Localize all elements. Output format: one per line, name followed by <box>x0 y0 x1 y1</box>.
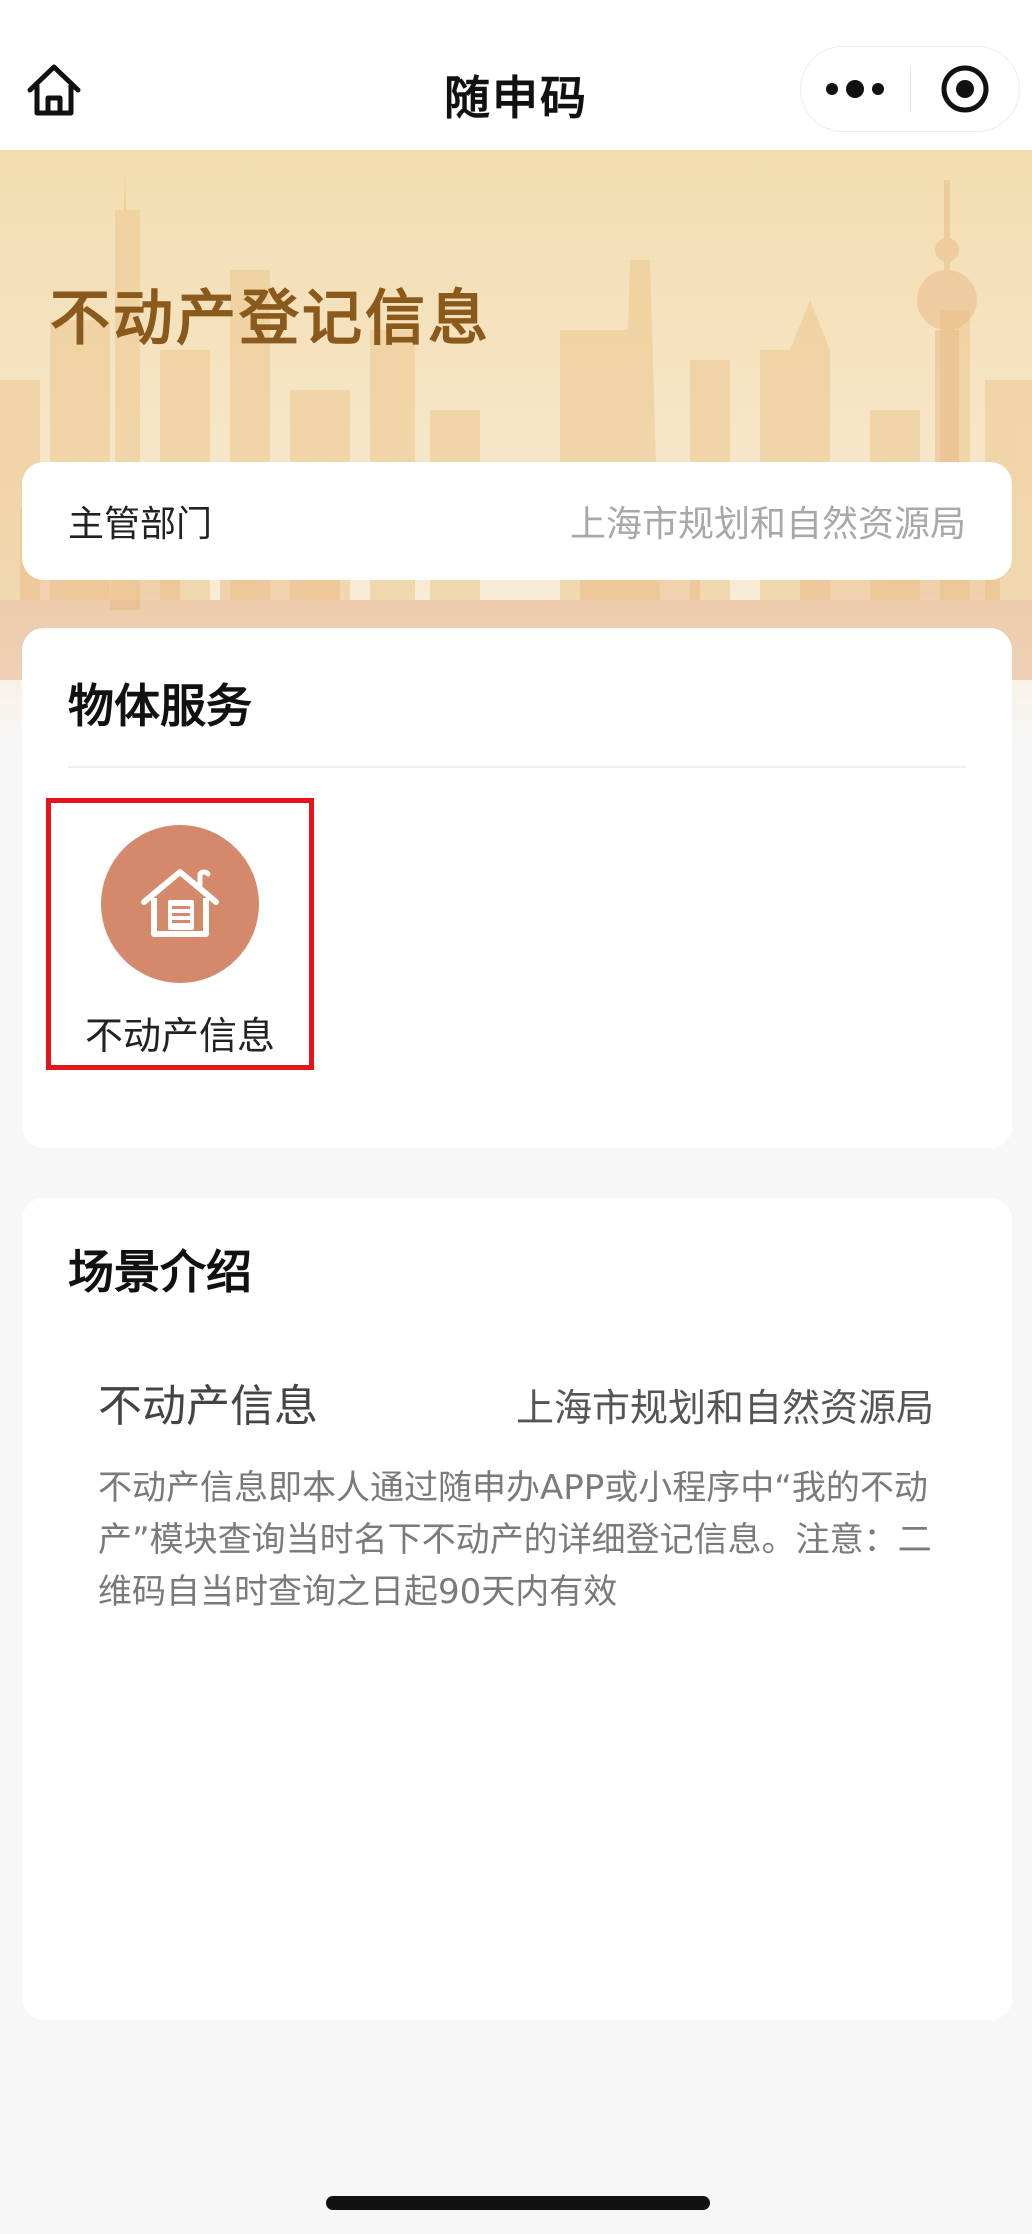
scene-name: 不动产信息 <box>98 1381 318 1432</box>
target-icon <box>941 65 989 113</box>
scene-description: 不动产信息即本人通过随申办APP或小程序中“我的不动产”模块查询当时名下不动产的… <box>98 1468 932 1612</box>
house-document-icon <box>141 869 219 937</box>
services-title: 物体服务 <box>68 679 252 733</box>
department-value: 上海市规划和自然资源局 <box>569 504 966 545</box>
more-dots-icon <box>826 83 839 95</box>
scene-department: 上海市规划和自然资源局 <box>515 1386 934 1430</box>
nav-bar: 随申码 <box>0 0 1032 150</box>
close-mini-program-button[interactable] <box>910 47 1019 131</box>
department-card: 主管部门 上海市规划和自然资源局 <box>22 462 1012 580</box>
scene-header-row: 不动产信息 上海市规划和自然资源局 <box>98 1370 934 1434</box>
service-label: 不动产信息 <box>84 1014 275 1058</box>
more-button[interactable] <box>801 47 910 131</box>
department-label: 主管部门 <box>68 504 213 545</box>
banner-title: 不动产登记信息 <box>50 284 491 354</box>
service-icon-bg <box>101 825 259 983</box>
mini-program-capsule <box>800 46 1020 132</box>
service-item-property-info[interactable]: 不动产信息 <box>46 798 314 1070</box>
home-indicator[interactable] <box>326 2196 710 2210</box>
services-card: 物体服务 不动产信息 <box>22 628 1012 1148</box>
scene-card: 场景介绍 不动产信息 上海市规划和自然资源局 不动产信息即本人通过随申办APP或… <box>22 1198 1012 2020</box>
scene-title: 场景介绍 <box>68 1245 252 1299</box>
divider <box>68 766 966 768</box>
